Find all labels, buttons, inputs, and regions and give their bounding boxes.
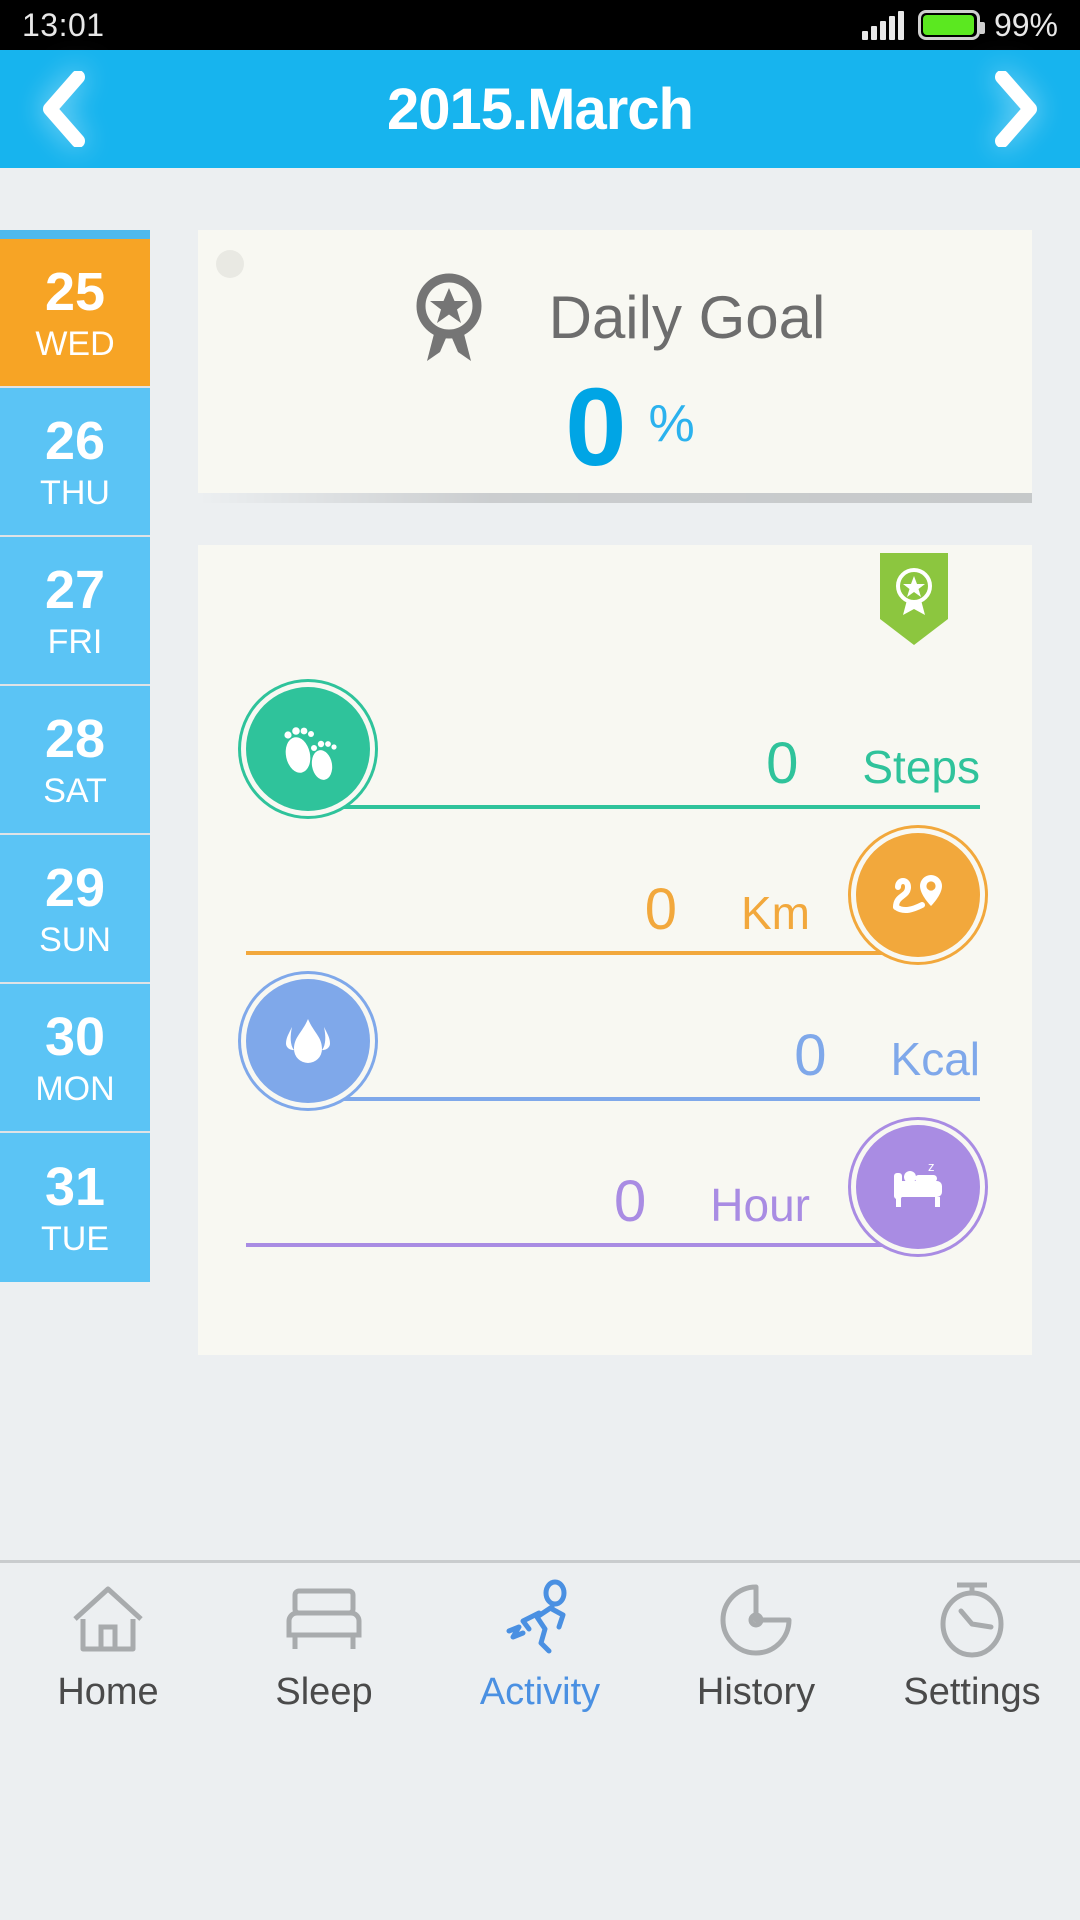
- metric-text-sleep: 0 Hour: [614, 1168, 810, 1235]
- metric-rows: 0 Steps 0 Km 0 Kcal z 0 Hour: [198, 545, 1032, 1249]
- metric-value: 0: [644, 877, 677, 942]
- daily-goal-card[interactable]: Daily Goal 0 %: [198, 230, 1032, 493]
- daily-goal-title: Daily Goal: [548, 283, 826, 351]
- pie-clock-icon: [715, 1579, 797, 1661]
- card-shadow: [198, 493, 1032, 503]
- tab-label: Sleep: [275, 1671, 373, 1713]
- battery-icon: [917, 10, 985, 40]
- metric-text-steps: 0 Steps: [766, 730, 980, 797]
- flame-drop-icon: [246, 979, 370, 1103]
- status-bar: 13:01 99%: [0, 0, 1080, 50]
- signal-bars-icon: [861, 10, 904, 40]
- metric-row-sleep[interactable]: z 0 Hour: [246, 1101, 980, 1249]
- status-time: 13:01: [22, 6, 105, 43]
- tab-settings[interactable]: Settings: [864, 1579, 1080, 1714]
- date-weekday: TUE: [41, 1219, 109, 1258]
- daily-goal-value: 0: [565, 366, 627, 489]
- date-number: 26: [44, 410, 106, 471]
- page-title: 2015.March: [387, 76, 694, 142]
- bed-icon: [283, 1579, 365, 1661]
- date-number: 31: [44, 1156, 106, 1217]
- tab-home[interactable]: Home: [0, 1579, 216, 1714]
- date-cell-30[interactable]: 30 MON: [0, 984, 150, 1133]
- bottom-tab-bar: Home Sleep Activity History Settings: [0, 1560, 1080, 1730]
- date-number: 29: [44, 857, 106, 918]
- metric-underline: [246, 1243, 934, 1247]
- date-weekday: WED: [35, 324, 115, 363]
- home-icon: [67, 1579, 149, 1661]
- daily-goal-header: Daily Goal: [198, 230, 1032, 366]
- date-cell-26[interactable]: 26 THU: [0, 388, 150, 537]
- metric-label: Hour: [710, 1179, 810, 1231]
- metric-text-calories: 0 Kcal: [794, 1022, 980, 1089]
- cards-column: Daily Goal 0 % 0 Steps 0 Km 0 Kcal z 0 H…: [198, 230, 1032, 1355]
- tab-label: History: [696, 1671, 816, 1713]
- date-cell-25[interactable]: 25 WED: [0, 239, 150, 388]
- prev-month-button[interactable]: [38, 71, 90, 147]
- date-number: 27: [44, 559, 106, 620]
- date-weekday: MON: [35, 1069, 115, 1108]
- date-rail: 25 WED 26 THU 27 FRI 28 SAT 29 SUN 30 MO…: [0, 230, 150, 1282]
- tab-label: Home: [57, 1671, 159, 1713]
- date-cell-29[interactable]: 29 SUN: [0, 835, 150, 984]
- tab-label: Settings: [903, 1671, 1041, 1713]
- metric-label: Kcal: [890, 1033, 980, 1085]
- metric-row-calories[interactable]: 0 Kcal: [246, 955, 980, 1103]
- stopwatch-icon: [931, 1579, 1013, 1661]
- corner-dot-icon: [216, 250, 244, 278]
- metric-row-distance[interactable]: 0 Km: [246, 809, 980, 957]
- daily-goal-unit: %: [648, 395, 695, 453]
- date-weekday: THU: [40, 473, 110, 512]
- metric-label: Km: [741, 887, 810, 939]
- date-cell-31[interactable]: 31 TUE: [0, 1133, 150, 1282]
- tab-label: Activity: [479, 1671, 601, 1713]
- status-indicators: 99%: [861, 6, 1058, 44]
- metric-row-steps[interactable]: 0 Steps: [246, 663, 980, 811]
- battery-percent-label: 99%: [993, 6, 1058, 43]
- main-content: 25 WED 26 THU 27 FRI 28 SAT 29 SUN 30 MO…: [0, 168, 1080, 1730]
- metric-value: 0: [766, 731, 799, 796]
- metric-text-distance: 0 Km: [645, 876, 810, 943]
- tab-history[interactable]: History: [648, 1579, 864, 1714]
- date-number: 28: [44, 708, 106, 769]
- daily-goal-value-group: 0 %: [198, 366, 1032, 489]
- metric-value: 0: [794, 1023, 827, 1088]
- metric-value: 0: [614, 1169, 647, 1234]
- tab-activity[interactable]: Activity: [432, 1579, 648, 1714]
- route-map-pin-icon: [856, 833, 980, 957]
- date-number: 25: [44, 261, 106, 322]
- tab-sleep[interactable]: Sleep: [216, 1579, 432, 1714]
- date-number: 30: [44, 1006, 106, 1067]
- app-header: 2015.March: [0, 50, 1080, 168]
- svg-text:z: z: [928, 1159, 935, 1174]
- footprints-icon: [246, 687, 370, 811]
- metrics-card[interactable]: 0 Steps 0 Km 0 Kcal z 0 Hour: [198, 545, 1032, 1355]
- award-medal-icon: [405, 268, 493, 366]
- award-ribbon-badge-icon: [880, 553, 948, 645]
- date-weekday: SAT: [43, 771, 107, 810]
- date-weekday: FRI: [47, 622, 103, 661]
- bed-sleep-icon: z: [856, 1125, 980, 1249]
- running-icon: [499, 1579, 581, 1661]
- date-weekday: SUN: [39, 920, 111, 959]
- date-cell-28[interactable]: 28 SAT: [0, 686, 150, 835]
- date-rail-top-strip: [0, 230, 150, 239]
- next-month-button[interactable]: [990, 71, 1042, 147]
- metric-label: Steps: [862, 741, 980, 793]
- date-cell-27[interactable]: 27 FRI: [0, 537, 150, 686]
